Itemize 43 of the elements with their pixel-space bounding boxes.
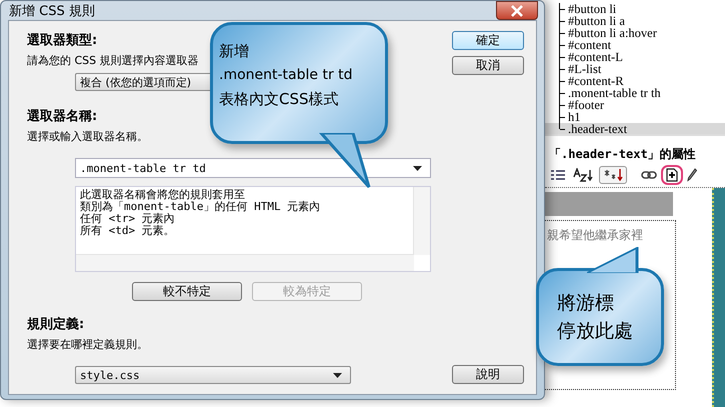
tree-item[interactable]: #footer	[559, 99, 725, 111]
body-text: 親希望他繼承家裡	[547, 227, 644, 244]
callout-text: 停放此處	[557, 319, 633, 344]
horizontal-scrollbar[interactable]	[76, 254, 414, 271]
dialog-button[interactable]: 取消	[452, 56, 524, 75]
description-line: 此選取器名稱會將您的規則套用至	[80, 189, 246, 201]
specificity-button[interactable]: 較不特定	[132, 282, 242, 301]
tree-item[interactable]: #button li	[559, 3, 725, 15]
panel-title: 「.header-text」的屬性	[545, 134, 725, 163]
tree-item[interactable]: #content-R	[559, 75, 725, 87]
new-rule-button[interactable]	[661, 165, 683, 185]
window-title: 新增 CSS 規則	[9, 2, 95, 20]
dropdown-arrow-icon	[413, 166, 422, 170]
section-hint: 選擇要在哪裡定義規則。	[27, 337, 148, 352]
selector-type-dropdown[interactable]: 複合 (依您的選項而定)	[75, 73, 213, 91]
rule-location-dropdown[interactable]: style.css	[75, 366, 351, 384]
selector-name-combobox[interactable]: .monent-table tr td	[75, 158, 431, 178]
section-heading: 規則定義:	[27, 316, 84, 333]
tree-item[interactable]: #content	[559, 39, 725, 51]
section-heading: 選取器類型:	[27, 32, 98, 49]
callout-text: .monent-table tr td	[219, 66, 353, 85]
tree-item[interactable]: #content-L	[559, 51, 725, 63]
callout-text: 新增	[219, 41, 249, 62]
dropdown-arrow-icon	[333, 372, 342, 378]
description-line: 所有 <td> 元素。	[80, 225, 176, 237]
callout-text: 表格內文CSS樣式	[219, 89, 339, 110]
dialog-button[interactable]: 確定	[452, 31, 524, 50]
help-button[interactable]: 說明	[452, 365, 524, 384]
vertical-scrollbar[interactable]	[413, 187, 430, 255]
section-hint: 請為您的 CSS 規則選擇內容選取器	[27, 53, 199, 68]
description-line: 類別為「monent-table」的任何 HTML 元素內	[80, 201, 322, 213]
tree-item[interactable]: #button li a	[559, 15, 725, 27]
description-line: 任何 <tr> 元素內	[80, 213, 176, 225]
set-properties-button[interactable]	[599, 166, 627, 184]
close-icon	[510, 4, 524, 16]
tree-item[interactable]: .monent-table tr th	[559, 87, 725, 99]
section-hint: 選擇或輸入選取器名稱。	[27, 129, 148, 144]
close-button[interactable]	[496, 1, 538, 20]
callout-text: 將游標	[557, 291, 614, 316]
tree-item[interactable]: #L-list	[559, 63, 725, 75]
section-heading: 選取器名稱:	[27, 108, 98, 125]
tree-item[interactable]: .header-text	[545, 123, 725, 135]
tree-item[interactable]: #button li a:hover	[559, 27, 725, 39]
